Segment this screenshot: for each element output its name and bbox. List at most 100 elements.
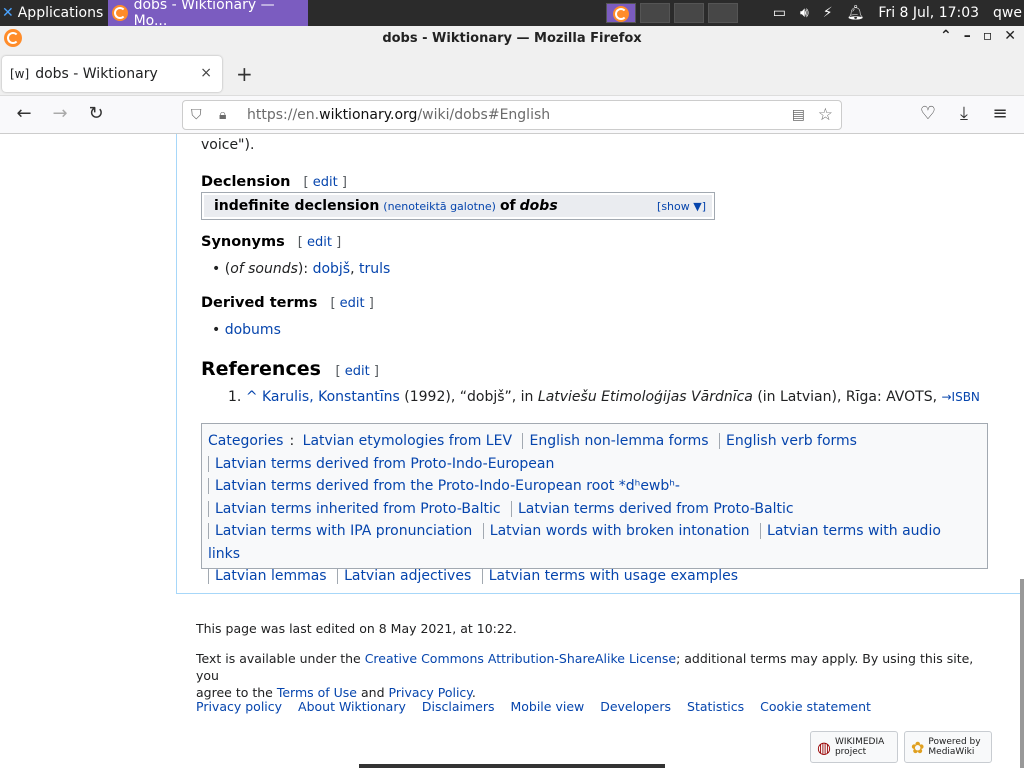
- category-link[interactable]: Latvian terms with IPA pronunciation: [208, 523, 479, 539]
- system-taskbar: ✕ Applications dobs - Wiktionary — Mo...…: [0, 0, 1024, 29]
- wikimedia-logo-icon: ◍: [817, 737, 831, 757]
- power-icon[interactable]: ⚡︎: [823, 5, 833, 21]
- voice-text-tail: voice").: [201, 137, 255, 153]
- declension-header[interactable]: indefinite declension (nenoteiktā galotn…: [204, 195, 712, 217]
- derived-terms-heading: Derived terms [ edit ]: [201, 295, 374, 311]
- close-icon[interactable]: ✕: [1004, 28, 1016, 44]
- horizontal-scrollbar[interactable]: [359, 764, 665, 768]
- declension-heading: Declension [ edit ]: [201, 174, 347, 190]
- footer-about-link[interactable]: About Wiktionary: [298, 699, 406, 714]
- synonym-truls-link[interactable]: truls: [359, 261, 390, 277]
- forward-arrow-icon[interactable]: →: [48, 103, 72, 124]
- tab-label: dobs - Wiktionary: [35, 66, 158, 82]
- cc-license-link[interactable]: Creative Commons Attribution-ShareAlike …: [365, 651, 676, 666]
- reference-backlink[interactable]: ^: [246, 389, 258, 405]
- footer-mobile-view-link[interactable]: Mobile view: [510, 699, 584, 714]
- footer-developers-link[interactable]: Developers: [600, 699, 671, 714]
- menu-hamburger-icon[interactable]: ≡: [988, 103, 1012, 124]
- maximize-icon[interactable]: ▫: [983, 28, 993, 44]
- display-icon[interactable]: ▭: [773, 5, 786, 21]
- category-link[interactable]: Latvian lemmas: [208, 568, 333, 584]
- taskbar-window-button[interactable]: dobs - Wiktionary — Mo...: [108, 0, 308, 29]
- categories-label-link[interactable]: Categories: [208, 433, 289, 449]
- category-link[interactable]: Latvian terms with usage examples: [481, 568, 745, 584]
- category-link[interactable]: English verb forms: [719, 433, 863, 449]
- url-text[interactable]: https://en.wiktionary.org/wiki/dobs#Engl…: [247, 107, 550, 123]
- footer-disclaimers-link[interactable]: Disclaimers: [422, 699, 495, 714]
- derived-list-item: • dobums: [212, 322, 281, 338]
- footer-links: Privacy policy About Wiktionary Disclaim…: [196, 699, 883, 714]
- downloads-icon[interactable]: ⤓: [952, 103, 976, 124]
- navigation-toolbar: ← → ↻ ⛉ 🔒︎ https://en.wiktionary.org/wik…: [0, 96, 1024, 134]
- wiktionary-favicon-icon: [w]: [10, 67, 30, 81]
- reload-icon[interactable]: ↻: [84, 103, 108, 124]
- user-name[interactable]: qwe: [993, 5, 1022, 21]
- edit-declension-link[interactable]: edit: [313, 175, 338, 190]
- powered-by-mediawiki-badge[interactable]: ✿ Powered by MediaWiki: [904, 731, 992, 763]
- window-title: dobs - Wiktionary — Mozilla Firefox: [382, 30, 642, 46]
- edit-references-link[interactable]: edit: [345, 364, 370, 379]
- footer-statistics-link[interactable]: Statistics: [687, 699, 744, 714]
- workspace-3[interactable]: [674, 3, 704, 23]
- url-bar[interactable]: ⛉ 🔒︎ https://en.wiktionary.org/wiki/dobs…: [182, 100, 842, 130]
- firefox-icon: [112, 5, 128, 21]
- firefox-icon: [4, 29, 22, 47]
- applications-label: Applications: [17, 5, 104, 21]
- category-link[interactable]: Latvian terms derived from Proto-Indo-Eu…: [208, 455, 561, 472]
- isbn-link[interactable]: →ISBN: [941, 390, 979, 404]
- category-link[interactable]: Latvian words with broken intonation: [482, 523, 756, 539]
- lock-icon[interactable]: 🔒︎: [219, 107, 239, 123]
- references-heading: References [ edit ]: [201, 358, 379, 380]
- firefox-icon: [613, 6, 629, 22]
- show-declension-toggle[interactable]: [show ▼]: [657, 200, 706, 213]
- window-titlebar: dobs - Wiktionary — Mozilla Firefox ⌃ – …: [0, 26, 1024, 50]
- category-link[interactable]: Latvian terms derived from Proto-Baltic: [510, 500, 800, 517]
- category-link[interactable]: Latvian terms derived from the Proto-Ind…: [208, 478, 686, 494]
- category-link[interactable]: English non-lemma forms: [522, 433, 715, 449]
- declension-table: indefinite declension (nenoteiktā galotn…: [201, 192, 715, 220]
- category-link[interactable]: Latvian terms inherited from Proto-Balti…: [208, 500, 507, 517]
- workspace-2[interactable]: [640, 3, 670, 23]
- shield-icon[interactable]: ⛉: [191, 107, 211, 123]
- reference-author-link[interactable]: Karulis, Konstantīns: [262, 389, 400, 405]
- wikimedia-project-badge[interactable]: ◍ WIKIMEDIA project: [810, 731, 898, 763]
- bookmark-star-icon[interactable]: ☆: [818, 105, 833, 125]
- edit-synonyms-link[interactable]: edit: [307, 235, 332, 250]
- footer-cookie-link[interactable]: Cookie statement: [760, 699, 871, 714]
- collapse-icon[interactable]: ⌃: [940, 28, 952, 44]
- vertical-scrollbar[interactable]: [1020, 579, 1024, 768]
- category-link[interactable]: Latvian adjectives: [337, 568, 478, 584]
- terms-of-use-link[interactable]: Terms of Use: [277, 685, 357, 700]
- edit-derived-link[interactable]: edit: [340, 296, 365, 311]
- taskbar-window-label: dobs - Wiktionary — Mo...: [133, 0, 275, 29]
- last-edited-text: This page was last edited on 8 May 2021,…: [196, 621, 517, 636]
- volume-icon[interactable]: 🔊︎: [800, 5, 809, 21]
- reader-view-icon[interactable]: ▤: [792, 107, 805, 123]
- category-link[interactable]: Latvian etymologies from LEV: [299, 433, 518, 449]
- footer-privacy-link[interactable]: Privacy policy: [196, 699, 282, 714]
- minimize-icon[interactable]: –: [964, 28, 971, 44]
- page-content: voice"). Declension [ edit ] indefinite …: [0, 134, 1024, 768]
- privacy-policy-inline-link[interactable]: Privacy Policy: [389, 685, 472, 700]
- close-tab-icon[interactable]: ×: [200, 65, 212, 81]
- tab-bar: [w] dobs - Wiktionary × +: [0, 50, 1024, 96]
- tab-dobs[interactable]: [w] dobs - Wiktionary ×: [2, 56, 222, 92]
- synonyms-heading: Synonyms [ edit ]: [201, 234, 342, 250]
- reference-item: 1. ^ Karulis, Konstantīns (1992), “dobjš…: [228, 389, 980, 405]
- mediawiki-logo-icon: ✿: [911, 737, 925, 757]
- new-tab-button[interactable]: +: [236, 62, 253, 86]
- derived-dobums-link[interactable]: dobums: [225, 322, 281, 338]
- pocket-icon[interactable]: ♡: [916, 103, 940, 124]
- xfce-icon: ✕: [2, 5, 14, 21]
- workspace-1[interactable]: [606, 3, 636, 23]
- clock[interactable]: Fri 8 Jul, 17:03: [878, 5, 979, 21]
- applications-menu[interactable]: ✕ Applications: [0, 0, 109, 26]
- notification-bell-icon[interactable]: 🔔︎: [847, 5, 865, 21]
- workspace-4[interactable]: [708, 3, 738, 23]
- synonym-dobjs-link[interactable]: dobjš: [313, 261, 351, 277]
- synonyms-list-item: • (of sounds): dobjš, truls: [212, 261, 391, 277]
- back-arrow-icon[interactable]: ←: [12, 103, 36, 124]
- license-text: Text is available under the Creative Com…: [196, 651, 974, 700]
- categories-box: Categories: Latvian etymologies from LEV…: [201, 423, 988, 584]
- nenoteikta-galotne-link[interactable]: (nenoteiktā galotne): [383, 200, 496, 213]
